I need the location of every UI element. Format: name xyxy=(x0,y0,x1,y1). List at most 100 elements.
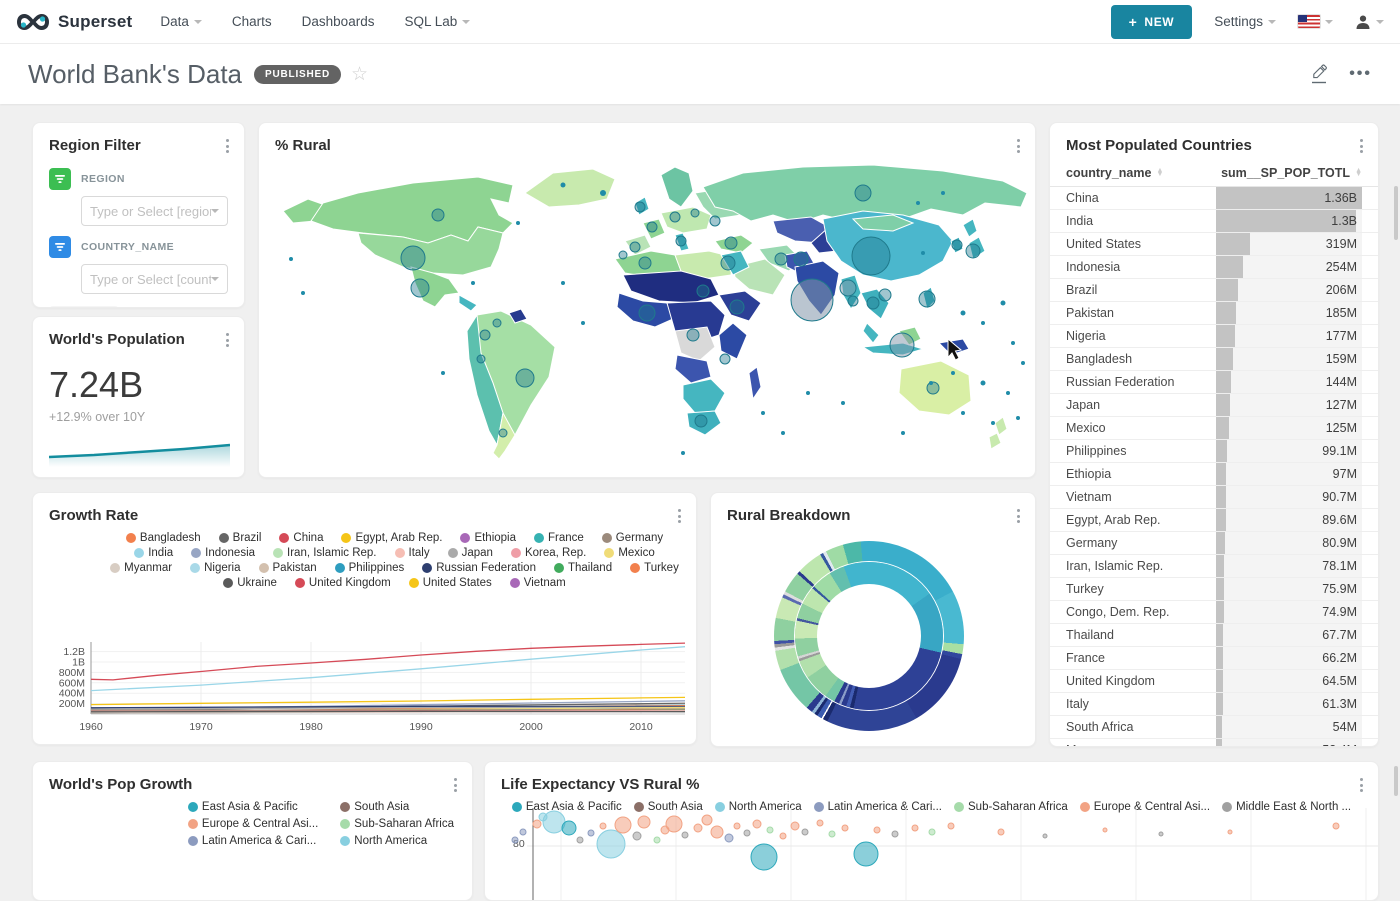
table-row[interactable]: United States319M xyxy=(1050,233,1378,256)
nav-item-data[interactable]: Data xyxy=(160,14,202,29)
table-row[interactable]: Mexico125M xyxy=(1050,417,1378,440)
legend-item[interactable]: United Kingdom xyxy=(295,577,391,589)
scatter-bubble xyxy=(600,823,606,829)
legend-item[interactable]: Italy xyxy=(395,547,430,559)
favorite-star-icon[interactable]: ☆ xyxy=(351,63,368,86)
table-row[interactable]: Russian Federation144M xyxy=(1050,371,1378,394)
table-row[interactable]: Ethiopia97M xyxy=(1050,463,1378,486)
table-row[interactable]: Thailand67.7M xyxy=(1050,624,1378,647)
legend-item[interactable]: Ukraine xyxy=(223,577,277,589)
kebab-menu-icon[interactable] xyxy=(1358,776,1365,794)
table-row[interactable]: Iran, Islamic Rep.78.1M xyxy=(1050,555,1378,578)
legend-item[interactable]: Thailand xyxy=(554,562,612,574)
table-row[interactable]: Myanmar53.4M xyxy=(1050,739,1378,747)
table-row[interactable]: India1.3B xyxy=(1050,210,1378,233)
kebab-menu-icon[interactable] xyxy=(1015,137,1022,155)
table-row[interactable]: Japan127M xyxy=(1050,394,1378,417)
legend-item[interactable]: France xyxy=(534,532,584,544)
legend-item[interactable]: East Asia & Pacific xyxy=(188,801,318,813)
legend-item[interactable]: Pakistan xyxy=(259,562,317,574)
kebab-menu-icon[interactable] xyxy=(1015,507,1022,525)
legend-item[interactable]: Germany xyxy=(602,532,663,544)
more-options-icon[interactable]: ••• xyxy=(1349,65,1372,83)
population-card: World's Population 7.24B +12.9% over 10Y xyxy=(32,316,245,478)
legend-item[interactable]: Japan xyxy=(448,547,493,559)
life-expectancy-scatter[interactable]: 80 xyxy=(485,808,1378,900)
legend-item[interactable]: Nigeria xyxy=(190,562,240,574)
legend-item[interactable]: India xyxy=(134,547,173,559)
table-row[interactable]: Italy61.3M xyxy=(1050,693,1378,716)
legend-item[interactable]: Philippines xyxy=(335,562,405,574)
column-header-country[interactable]: country_name ▲▼ xyxy=(1066,166,1216,180)
rural-breakdown-sunburst[interactable] xyxy=(774,541,964,731)
table-row[interactable]: Philippines99.1M xyxy=(1050,440,1378,463)
table-row[interactable]: Bangladesh159M xyxy=(1050,348,1378,371)
table-row[interactable]: Pakistan185M xyxy=(1050,302,1378,325)
legend-item[interactable]: North America xyxy=(340,835,454,847)
legend-item[interactable]: China xyxy=(279,532,323,544)
growth-rate-chart[interactable]: 200M400M600M800M1B1.2B196019701980199020… xyxy=(33,618,697,740)
country-select[interactable]: Type or Select [country] xyxy=(81,264,228,294)
superset-logo[interactable]: Superset xyxy=(16,12,132,32)
scatter-bubble xyxy=(725,834,733,842)
user-menu[interactable] xyxy=(1355,14,1384,30)
legend-item[interactable]: Russian Federation xyxy=(422,562,536,574)
nav-item-charts[interactable]: Charts xyxy=(232,14,272,29)
table-row[interactable]: Indonesia254M xyxy=(1050,256,1378,279)
legend-item[interactable]: United States xyxy=(409,577,492,589)
published-badge[interactable]: PUBLISHED xyxy=(254,65,341,84)
legend-item[interactable]: Turkey xyxy=(630,562,679,574)
apply-button[interactable]: APPLY xyxy=(49,306,119,308)
language-selector[interactable] xyxy=(1298,15,1333,28)
legend-item[interactable]: Ethiopia xyxy=(460,532,516,544)
table-row[interactable]: Brazil206M xyxy=(1050,279,1378,302)
kebab-menu-icon[interactable] xyxy=(224,331,231,349)
legend-item[interactable]: Vietnam xyxy=(510,577,566,589)
kebab-menu-icon[interactable] xyxy=(452,776,459,794)
kebab-menu-icon[interactable] xyxy=(1358,137,1365,155)
legend-item[interactable]: Korea, Rep. xyxy=(511,547,586,559)
scrollbar-thumb[interactable] xyxy=(1394,186,1398,240)
legend-item[interactable]: Egypt, Arab Rep. xyxy=(341,532,442,544)
table-row[interactable]: Turkey75.9M xyxy=(1050,578,1378,601)
table-row[interactable]: United Kingdom64.5M xyxy=(1050,670,1378,693)
legend-item[interactable]: Iran, Islamic Rep. xyxy=(273,547,376,559)
world-map[interactable] xyxy=(263,163,1033,463)
scatter-bubble xyxy=(751,844,777,870)
legend-item[interactable]: Myanmar xyxy=(110,562,172,574)
edit-pencil-icon[interactable] xyxy=(1309,64,1329,84)
table-row[interactable]: Congo, Dem. Rep.74.9M xyxy=(1050,601,1378,624)
table-row[interactable]: Germany80.9M xyxy=(1050,532,1378,555)
legend-item[interactable]: South Asia xyxy=(340,801,454,813)
scatter-bubble xyxy=(638,816,650,828)
card-title: % Rural xyxy=(259,123,1035,160)
table-row[interactable]: Egypt, Arab Rep.89.6M xyxy=(1050,509,1378,532)
table-row[interactable]: France66.2M xyxy=(1050,647,1378,670)
card-title: Life Expectancy VS Rural % xyxy=(485,762,1378,799)
legend-item[interactable]: Mexico xyxy=(604,547,654,559)
scrollbar-thumb[interactable] xyxy=(1394,766,1398,796)
kebab-menu-icon[interactable] xyxy=(676,507,683,525)
scatter-bubble xyxy=(929,829,935,835)
kebab-menu-icon[interactable] xyxy=(224,137,231,155)
table-row[interactable]: South Africa54M xyxy=(1050,716,1378,739)
settings-menu[interactable]: Settings xyxy=(1214,14,1276,29)
legend-item[interactable]: Europe & Central Asi... xyxy=(188,818,318,830)
table-row[interactable]: Vietnam90.7M xyxy=(1050,486,1378,509)
legend-item[interactable]: Sub-Saharan Africa xyxy=(340,818,454,830)
scatter-bubble xyxy=(802,829,808,835)
table-row[interactable]: China1.36B xyxy=(1050,187,1378,210)
new-button[interactable]: + NEW xyxy=(1111,5,1193,39)
legend-item[interactable]: Indonesia xyxy=(191,547,255,559)
table-row[interactable]: Nigeria177M xyxy=(1050,325,1378,348)
legend-item[interactable]: Latin America & Cari... xyxy=(188,835,318,847)
region-select[interactable]: Type or Select [region] xyxy=(81,196,228,226)
chevron-down-icon xyxy=(211,277,219,281)
growth-rate-card: Growth Rate BangladeshBrazilChinaEgypt, … xyxy=(32,492,697,745)
legend-item[interactable]: Bangladesh xyxy=(126,532,201,544)
nav-item-dashboards[interactable]: Dashboards xyxy=(302,14,375,29)
legend-item[interactable]: Brazil xyxy=(219,532,262,544)
card-title: Most Populated Countries xyxy=(1050,123,1378,160)
nav-item-sql-lab[interactable]: SQL Lab xyxy=(404,14,470,29)
column-header-population[interactable]: sum__SP_POP_TOTL ▲▼ xyxy=(1216,166,1362,180)
